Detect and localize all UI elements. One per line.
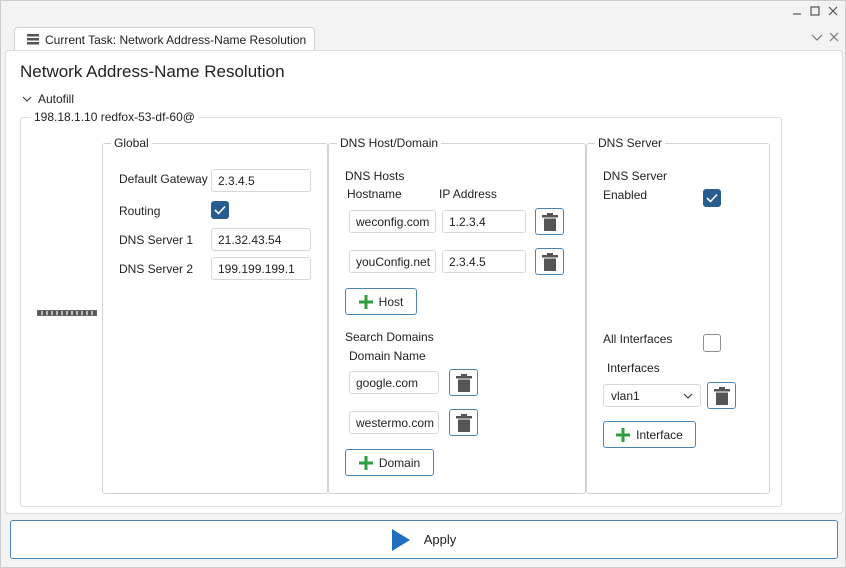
domain-field[interactable]: google.com [349,371,439,394]
chevron-down-icon[interactable] [811,31,823,45]
global-legend: Global [111,136,152,150]
check-icon [706,193,718,203]
dns-host-domain-group: DNS Host/Domain DNS Hosts Hostname IP Ad… [328,136,586,494]
list-icon [27,34,39,45]
search-domains-label: Search Domains [345,330,434,344]
plus-icon [358,455,373,470]
domain-name-header: Domain Name [349,349,426,363]
default-gateway-label: Default Gateway [119,172,208,186]
host-ip-field[interactable]: 1.2.3.4 [442,210,526,233]
trash-icon [541,252,558,271]
dns-server2-label: DNS Server 2 [119,262,194,276]
dns-hosts-label: DNS Hosts [345,169,405,183]
page-title: Network Address-Name Resolution [20,62,285,81]
dns-server-enabled-label-line1: DNS Server [603,169,668,183]
plus-icon [616,427,631,442]
trash-icon [713,386,730,405]
hostname-header: Hostname [347,187,402,201]
add-host-label: Host [378,294,404,309]
dns-host-domain-legend: DNS Host/Domain [337,136,442,150]
add-domain-label: Domain [378,455,421,470]
domain-field[interactable]: westermo.com [349,411,439,434]
tab-current-task[interactable]: Current Task: Network Address-Name Resol… [14,27,315,51]
minimize-icon[interactable] [791,5,803,17]
plus-icon [358,294,373,309]
task-panel: Network Address-Name Resolution Autofill… [5,50,843,514]
trash-icon [541,212,558,231]
dns-server-group: DNS Server DNS Server Enabled All Interf… [586,136,770,494]
interface-select-value: vlan1 [611,388,640,403]
delete-host-button[interactable] [535,248,564,275]
host-hostname-field[interactable]: youConfig.net [349,250,436,273]
routing-label: Routing [119,204,161,218]
close-tab-icon[interactable] [829,31,839,45]
interfaces-label: Interfaces [607,361,660,375]
ip-header: IP Address [439,187,497,201]
check-icon [214,205,226,215]
trash-icon [455,413,472,432]
add-host-button[interactable]: Host [345,288,417,315]
dns-server-legend: DNS Server [595,136,666,150]
autofill-toggle[interactable]: Autofill [22,92,74,106]
add-interface-button[interactable]: Interface [603,421,696,448]
dns-server1-field[interactable]: 21.32.43.54 [211,228,311,251]
add-interface-label: Interface [636,427,683,442]
all-interfaces-label: All Interfaces [603,332,673,346]
delete-host-button[interactable] [535,208,564,235]
autofill-label: Autofill [38,92,75,106]
play-icon [391,528,410,551]
interface-select[interactable]: vlan1 [603,384,701,407]
trash-icon [455,373,472,392]
maximize-icon[interactable] [809,5,821,17]
add-domain-button[interactable]: Domain [345,449,434,476]
chevron-down-icon [22,92,32,106]
device-group: 198.18.1.10 redfox-53-df-60@ Global Defa… [20,110,782,507]
delete-domain-button[interactable] [449,409,478,436]
close-icon[interactable] [827,5,839,17]
window-controls [791,5,839,17]
device-label: 198.18.1.10 redfox-53-df-60@ [31,110,198,124]
chevron-down-icon [683,393,693,399]
device-image [37,310,97,316]
tab-title: Current Task: Network Address-Name Resol… [45,32,307,47]
host-hostname-field[interactable]: weconfig.com [349,210,436,233]
delete-interface-button[interactable] [707,382,736,409]
host-ip-field[interactable]: 2.3.4.5 [442,250,526,273]
dns-server2-field[interactable]: 199.199.199.1 [211,257,311,280]
dns-server1-label: DNS Server 1 [119,233,194,247]
tab-controls [811,31,839,45]
app-window: Current Task: Network Address-Name Resol… [0,0,846,568]
routing-checkbox[interactable] [211,201,229,219]
all-interfaces-checkbox[interactable] [703,334,721,352]
global-group: Global Default Gateway 2.3.4.5 Routing D… [102,136,328,494]
apply-button[interactable]: Apply [10,520,838,559]
dns-server-enabled-checkbox[interactable] [703,189,721,207]
default-gateway-field[interactable]: 2.3.4.5 [211,169,311,192]
apply-label: Apply [423,532,457,547]
dns-server-enabled-label-line2: Enabled [603,188,648,202]
delete-domain-button[interactable] [449,369,478,396]
